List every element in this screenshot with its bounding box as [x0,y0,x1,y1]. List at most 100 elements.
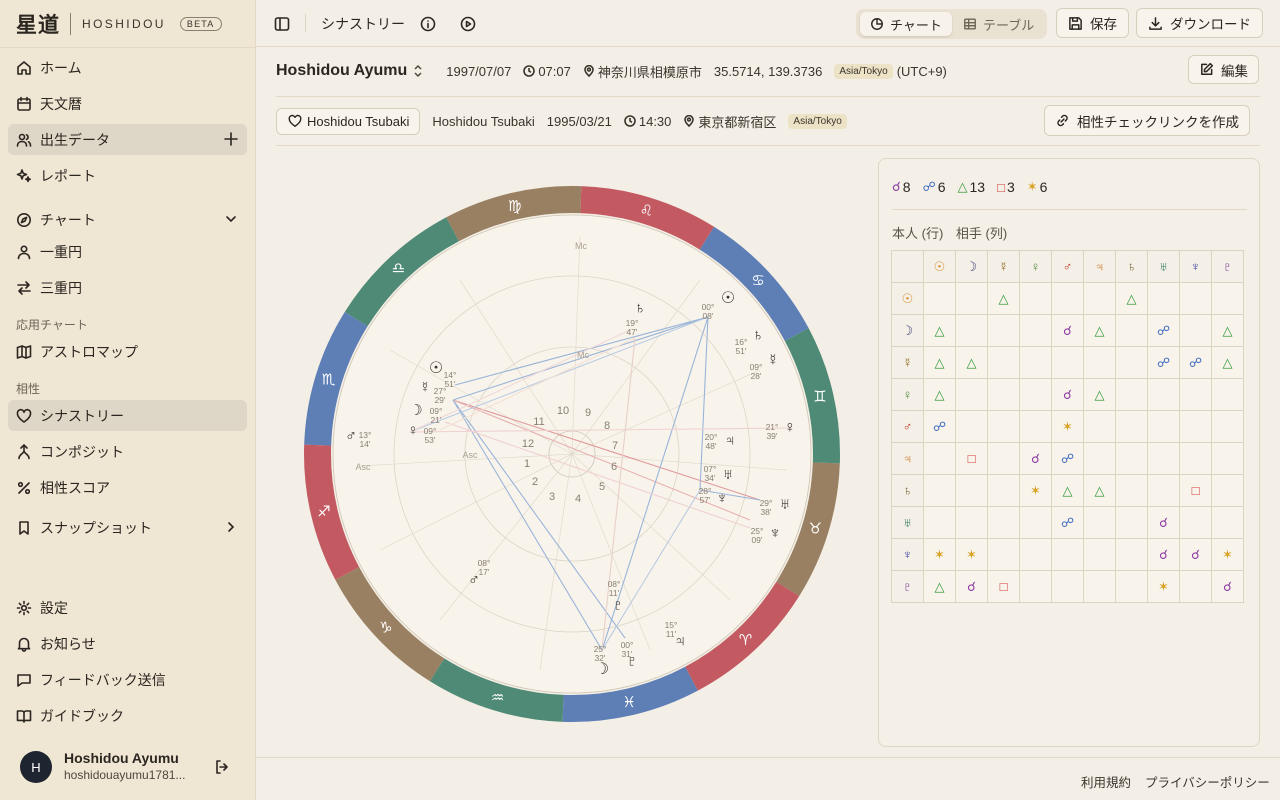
logout-icon[interactable] [214,759,230,775]
planet-glyph[interactable]: ☉ [429,360,443,377]
aspect-cell[interactable]: □ [955,442,988,475]
aspect-cell[interactable]: ✶ [1147,570,1180,603]
sidebar-item-guidebook[interactable]: ガイドブック [8,700,247,731]
sidebar-item-astromap[interactable]: アストロマップ [8,336,247,367]
privacy-link[interactable]: プライバシーポリシー [1145,772,1270,791]
aspect-cell[interactable]: △ [1211,346,1244,379]
aspect-cell[interactable]: ☌ [1211,570,1244,603]
aspect-cell[interactable]: ☍ [923,410,956,443]
chevron-up-down-icon[interactable] [412,64,424,78]
aspect-cell[interactable]: ☍ [1051,442,1084,475]
grid-row: ♄ ✶ △ △ □ [891,474,1244,507]
aspect-cell [1115,474,1148,507]
planet-glyph[interactable]: ♅ [779,496,791,513]
aspect-cell[interactable]: ☌ [955,570,988,603]
sidebar-item-chart[interactable]: チャート [8,204,247,235]
aspect-cell[interactable]: ☍ [1179,346,1212,379]
aspect-cell[interactable]: ☍ [1051,506,1084,539]
inner-planet-glyph[interactable]: ♆ [716,490,727,507]
sidebar-item-single-wheel[interactable]: 一重円 [8,236,247,267]
inner-planet-glyph[interactable]: ♀ [407,422,418,439]
aspect-cell[interactable]: ☌ [1019,442,1052,475]
aspect-cell[interactable]: △ [1083,474,1116,507]
aspect-cell [1083,570,1116,603]
inner-planet-glyph[interactable]: ☿ [419,379,430,396]
aspect-cell [1019,378,1052,411]
plus-icon[interactable] [223,131,239,147]
view-toggle: チャート テーブル [856,9,1047,39]
edit-button[interactable]: 編集 [1188,55,1259,84]
aspect-cell[interactable]: △ [923,346,956,379]
aspect-cell[interactable]: △ [1115,282,1148,315]
partner-select-button[interactable]: Hoshidou Tsubaki [276,107,421,135]
play-icon[interactable] [460,16,476,32]
tab-table[interactable]: テーブル [953,12,1044,36]
sidebar-item-snapshot[interactable]: スナップショット [8,512,247,543]
sidebar-item-report[interactable]: レポート [8,160,247,191]
sidebar-item-settings[interactable]: 設定 [8,592,247,623]
coordinates: 35.5714, 139.3736 [713,63,823,79]
aspect-cell[interactable]: △ [923,314,956,347]
tab-chart[interactable]: チャート [860,12,952,36]
sidebar-item-compat-score[interactable]: 相性スコア [8,472,247,503]
planet-glyph[interactable]: ☿ [767,352,779,369]
aspect-cell[interactable]: ☌ [1179,538,1212,571]
person-name[interactable]: Hoshidou Ayumu [276,62,407,80]
download-button[interactable]: ダウンロード [1136,8,1263,38]
inner-planet-glyph[interactable]: ♅ [722,466,733,483]
planet-glyph[interactable]: ♂ [345,428,357,445]
planet-glyph[interactable]: ♄ [752,327,764,344]
inner-planet-glyph[interactable]: ♃ [724,432,735,449]
sidebar-item-birth-data[interactable]: 出生データ [8,124,247,155]
sidebar-toggle-icon[interactable] [274,16,290,32]
aspect-cell[interactable]: ✶ [1211,538,1244,571]
aspect-cell[interactable]: ✶ [1051,410,1084,443]
planet-glyph[interactable]: ♀ [784,419,796,436]
house-number: 4 [575,493,581,505]
sidebar-item-notifications[interactable]: お知らせ [8,628,247,659]
info-icon[interactable] [420,16,436,32]
aspect-cell[interactable]: ☌ [1147,538,1180,571]
aspect-cell[interactable]: △ [987,282,1020,315]
aspect-cell[interactable]: △ [1083,314,1116,347]
aspect-cell[interactable]: △ [1211,314,1244,347]
aspect-cell[interactable]: ☌ [1051,378,1084,411]
aspect-cell[interactable]: ☍ [1147,346,1180,379]
aspect-cell [1115,346,1148,379]
sidebar-item-ephemeris[interactable]: 天文暦 [8,88,247,119]
inner-planet-glyph[interactable]: ☽ [409,402,422,419]
planet-glyph[interactable]: ☉ [721,290,735,307]
inner-planet-glyph[interactable]: ♇ [612,597,623,614]
save-button[interactable]: 保存 [1056,8,1129,38]
chevron-right-icon[interactable] [223,519,239,535]
planet-glyph[interactable]: ♄ [634,300,646,317]
sidebar-item-composite[interactable]: コンポジット [8,436,247,467]
create-compat-link-button[interactable]: 相性チェックリンクを作成 [1044,105,1250,136]
aspect-cell[interactable]: □ [1179,474,1212,507]
aspect-cell[interactable]: ☍ [1147,314,1180,347]
sidebar-item-triple-wheel[interactable]: 三重円 [8,272,247,303]
aspect-cell[interactable]: △ [955,346,988,379]
aspect-cell[interactable]: ✶ [923,538,956,571]
aspect-cell[interactable]: ✶ [955,538,988,571]
chevron-down-icon[interactable] [223,211,239,227]
planet-minute: 17' [478,567,489,577]
aspect-cell[interactable]: □ [987,570,1020,603]
brand-logo[interactable]: 星道 HOSHIDOU BETA [16,11,222,37]
aspect-cell [987,538,1020,571]
sidebar-item-home[interactable]: ホーム [8,52,247,83]
aspect-cell[interactable]: ☌ [1147,506,1180,539]
aspect-cell[interactable]: △ [1083,378,1116,411]
user-profile[interactable]: H Hoshidou Ayumu hoshidouayumu1781... [20,750,240,784]
square-count: □ 3 [997,179,1015,195]
planet-glyph[interactable]: ☽ [595,661,609,678]
planet-glyph[interactable]: ♆ [769,525,781,542]
aspect-cell[interactable]: △ [923,378,956,411]
terms-link[interactable]: 利用規約 [1081,772,1131,791]
aspect-cell[interactable]: ✶ [1019,474,1052,507]
aspect-cell[interactable]: ☌ [1051,314,1084,347]
aspect-cell[interactable]: △ [1051,474,1084,507]
aspect-cell[interactable]: △ [923,570,956,603]
sidebar-item-synastry[interactable]: シナストリー [8,400,247,431]
sidebar-item-feedback[interactable]: フィードバック送信 [8,664,247,695]
